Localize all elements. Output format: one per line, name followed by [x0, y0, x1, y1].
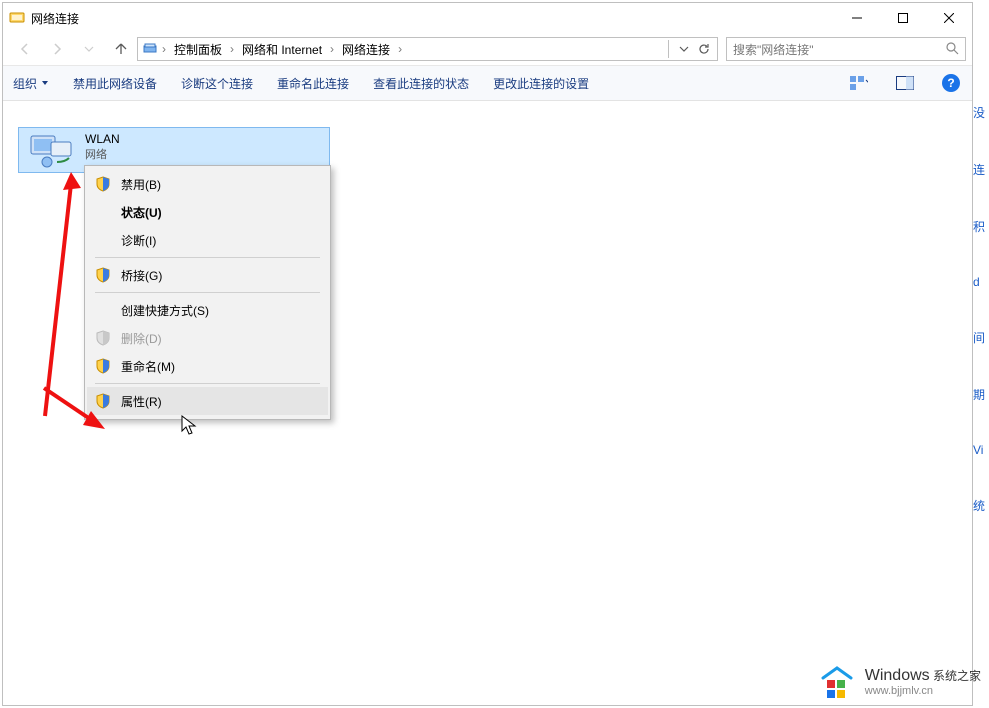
- ctx-properties[interactable]: 属性(R): [87, 387, 328, 415]
- search-icon: [945, 41, 959, 58]
- watermark-logo-icon: [817, 664, 857, 700]
- shield-icon: [95, 330, 111, 346]
- toolbar-diagnose[interactable]: 诊断这个连接: [181, 75, 253, 92]
- details-pane-icon[interactable]: [894, 72, 916, 94]
- history-dropdown-icon[interactable]: [675, 40, 693, 58]
- cursor-icon: [181, 415, 199, 440]
- menu-separator: [95, 257, 320, 258]
- address-row: › 控制面板 › 网络和 Internet › 网络连接 › 搜索"网络连接": [3, 33, 972, 65]
- ctx-status[interactable]: 状态(U): [87, 198, 328, 226]
- chevron-right-icon: ›: [330, 42, 334, 56]
- ctx-bridge[interactable]: 桥接(G): [87, 261, 328, 289]
- breadcrumb[interactable]: 网络和 Internet: [238, 41, 326, 58]
- recent-dropdown[interactable]: [73, 35, 105, 63]
- toolbar-settings[interactable]: 更改此连接的设置: [493, 75, 589, 92]
- ctx-delete: 删除(D): [87, 324, 328, 352]
- toolbar: 组织 禁用此网络设备 诊断这个连接 重命名此连接 查看此连接的状态 更改此连接的…: [3, 65, 972, 101]
- watermark: Windows 系统之家 www.bjjmlv.cn: [817, 664, 981, 700]
- address-bar[interactable]: › 控制面板 › 网络和 Internet › 网络连接 ›: [137, 37, 718, 61]
- refresh-icon[interactable]: [695, 40, 713, 58]
- chevron-right-icon: ›: [230, 42, 234, 56]
- menu-separator: [95, 383, 320, 384]
- explorer-window: 网络连接 › 控制面板 › 网络和 Internet › 网络连接 › 搜索"网…: [2, 2, 973, 706]
- shield-icon: [95, 393, 111, 409]
- shield-icon: [95, 267, 111, 283]
- toolbar-rename[interactable]: 重命名此连接: [277, 75, 349, 92]
- shield-icon: [95, 176, 111, 192]
- back-button[interactable]: [9, 35, 41, 63]
- toolbar-status[interactable]: 查看此连接的状态: [373, 75, 469, 92]
- ctx-rename[interactable]: 重命名(M): [87, 352, 328, 380]
- search-input[interactable]: 搜索"网络连接": [726, 37, 966, 61]
- chevron-right-icon: ›: [162, 42, 166, 56]
- content-area: WLAN 网络 禁用(B) 状态(U) 诊断(I) 桥接(G) 创建快捷方式(S…: [3, 101, 972, 705]
- chevron-right-icon: ›: [398, 42, 402, 56]
- close-button[interactable]: [926, 3, 972, 33]
- minimize-button[interactable]: [834, 3, 880, 33]
- organize-menu[interactable]: 组织: [13, 75, 49, 92]
- toolbar-disable[interactable]: 禁用此网络设备: [73, 75, 157, 92]
- network-adapter-icon: [27, 132, 75, 172]
- maximize-button[interactable]: [880, 3, 926, 33]
- path-icon: [142, 40, 158, 59]
- window-title: 网络连接: [31, 10, 834, 27]
- ctx-create-shortcut[interactable]: 创建快捷方式(S): [87, 296, 328, 324]
- breadcrumb[interactable]: 网络连接: [338, 41, 394, 58]
- ctx-diagnose[interactable]: 诊断(I): [87, 226, 328, 254]
- up-button[interactable]: [105, 35, 137, 63]
- breadcrumb[interactable]: 控制面板: [170, 41, 226, 58]
- shield-icon: [95, 358, 111, 374]
- forward-button[interactable]: [41, 35, 73, 63]
- help-icon[interactable]: ?: [940, 72, 962, 94]
- ctx-disable[interactable]: 禁用(B): [87, 170, 328, 198]
- menu-separator: [95, 292, 320, 293]
- partial-sidebar-text: 没连积d间期Vi统: [973, 104, 987, 514]
- adapter-subtitle: 网络: [85, 146, 120, 162]
- context-menu: 禁用(B) 状态(U) 诊断(I) 桥接(G) 创建快捷方式(S) 删除(D) …: [84, 165, 331, 420]
- search-placeholder: 搜索"网络连接": [733, 41, 814, 58]
- view-icon[interactable]: [848, 72, 870, 94]
- app-icon: [9, 10, 25, 26]
- titlebar: 网络连接: [3, 3, 972, 33]
- adapter-name: WLAN: [85, 132, 120, 146]
